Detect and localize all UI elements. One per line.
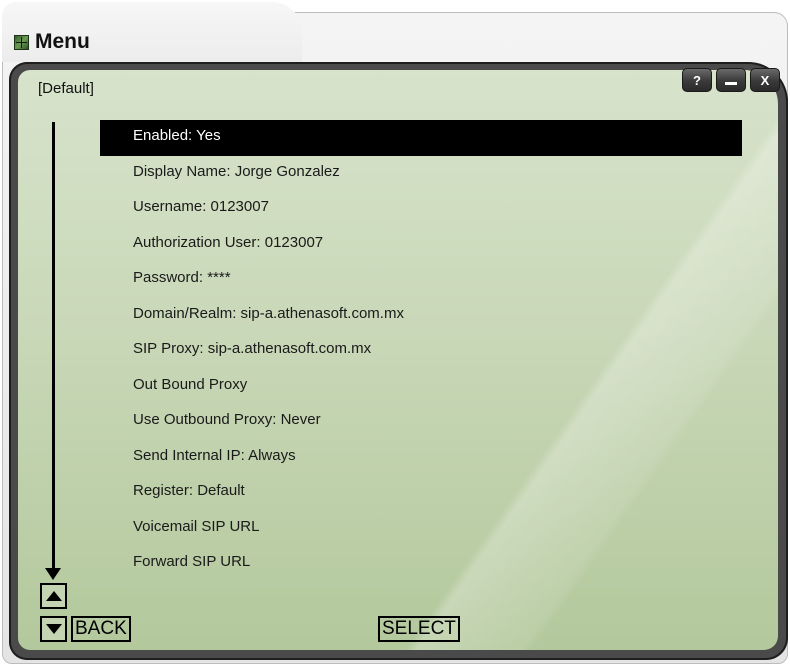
menu-item-password[interactable]: Password: **** xyxy=(100,262,742,298)
menu-item-forward-sip-url[interactable]: Forward SIP URL xyxy=(100,546,742,582)
close-button[interactable]: X xyxy=(750,68,780,92)
menu-item-sip-proxy[interactable]: SIP Proxy: sip-a.athenasoft.com.mx xyxy=(100,333,742,369)
minimize-button[interactable] xyxy=(716,68,746,92)
menu-item-domain-realm[interactable]: Domain/Realm: sip-a.athenasoft.com.mx xyxy=(100,298,742,334)
menu-item-use-outbound-proxy[interactable]: Use Outbound Proxy: Never xyxy=(100,404,742,440)
menu-item-display-name[interactable]: Display Name: Jorge Gonzalez xyxy=(100,156,742,192)
menu-item-enabled[interactable]: Enabled: Yes xyxy=(100,120,742,156)
menu-item-voicemail-sip-url[interactable]: Voicemail SIP URL xyxy=(100,511,742,547)
scroll-indicator-line xyxy=(52,122,55,574)
scroll-down-button[interactable] xyxy=(40,616,67,642)
window-title: Menu xyxy=(35,30,90,53)
menu-item-send-internal-ip[interactable]: Send Internal IP: Always xyxy=(100,440,742,476)
select-button[interactable]: SELECT xyxy=(378,616,460,642)
profile-label: [Default] xyxy=(38,80,94,97)
close-icon: X xyxy=(760,72,770,88)
app-icon xyxy=(14,34,29,50)
menu-item-username[interactable]: Username: 0123007 xyxy=(100,191,742,227)
menu-item-out-bound-proxy[interactable]: Out Bound Proxy xyxy=(100,369,742,405)
menu-list: Enabled: Yes Display Name: Jorge Gonzale… xyxy=(100,120,742,582)
back-button[interactable]: BACK xyxy=(71,616,131,642)
arrow-down-icon xyxy=(46,624,62,634)
window-controls: ? X xyxy=(682,68,780,92)
scroll-indicator-arrow-icon xyxy=(45,568,61,580)
menu-item-register[interactable]: Register: Default xyxy=(100,475,742,511)
menu-item-authorization-user[interactable]: Authorization User: 0123007 xyxy=(100,227,742,263)
arrow-up-icon xyxy=(46,591,62,601)
window-title-bar: Menu xyxy=(14,30,90,54)
scroll-up-button[interactable] xyxy=(40,583,67,609)
minimize-icon xyxy=(725,82,737,85)
help-icon: ? xyxy=(693,72,701,88)
help-button[interactable]: ? xyxy=(682,68,712,92)
